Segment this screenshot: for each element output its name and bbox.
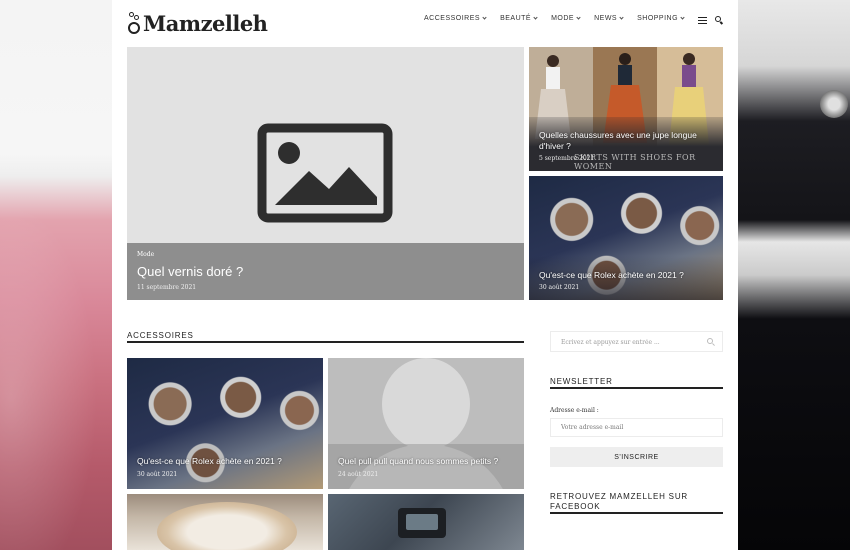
side-post-date: 5 septembre 2021 xyxy=(539,155,595,162)
hamburger-menu-icon[interactable] xyxy=(698,17,707,24)
grid-post-pull[interactable]: Quel pull pull quand nous sommes petits … xyxy=(328,358,524,489)
grid-post-bike-image[interactable] xyxy=(328,494,524,550)
newsletter-email-label: Adresse e-mail : xyxy=(550,407,599,414)
side-post-date: 30 août 2021 xyxy=(539,284,580,291)
nav-item-beaute[interactable]: BEAUTÉ xyxy=(500,15,538,22)
widget-divider xyxy=(550,512,723,514)
card-shade xyxy=(328,444,524,489)
site-header: Mamzelleh ACCESSOIRES BEAUTÉ MODE NEWS S… xyxy=(112,0,738,44)
section-divider xyxy=(127,341,524,343)
chevron-down-icon xyxy=(576,15,581,20)
subscribe-button[interactable]: S'INSCRIRE xyxy=(550,447,723,467)
background-photo-left xyxy=(0,0,112,550)
bike-display-photo xyxy=(398,508,446,538)
nav-item-shopping[interactable]: SHOPPING xyxy=(637,15,685,22)
main-nav: ACCESSOIRES BEAUTÉ MODE NEWS SHOPPING xyxy=(424,15,685,22)
photo-banner-text: SKIRTS WITH SHOES FOR WOMEN xyxy=(574,153,696,171)
plate-photo xyxy=(157,502,297,550)
image-placeholder-icon xyxy=(257,123,393,223)
bubbles-logo-icon xyxy=(128,12,142,36)
grid-post-rolex[interactable]: Qu'est-ce que Rolex achète en 2021 ? 30 … xyxy=(127,358,323,489)
side-post-skirts[interactable]: SKIRTS WITH SHOES FOR WOMEN Quelles chau… xyxy=(529,47,723,171)
sidebar-search-input[interactable] xyxy=(561,337,701,347)
background-photo-right xyxy=(738,0,850,550)
section-title[interactable]: ACCESSOIRES xyxy=(127,331,194,340)
facebook-widget-title: RETROUVEZ MAMZELLEH SUR FACEBOOK xyxy=(550,492,688,511)
side-post-rolex[interactable]: Qu'est-ce que Rolex achète en 2021 ? 30 … xyxy=(529,176,723,300)
nav-item-accessoires[interactable]: ACCESSOIRES xyxy=(424,15,487,22)
widget-divider xyxy=(550,387,723,389)
coat-button-decoration xyxy=(820,90,848,118)
grid-post-date: 30 août 2021 xyxy=(137,471,178,478)
nav-item-label: NEWS xyxy=(594,15,618,22)
search-icon[interactable] xyxy=(715,16,721,22)
site-logo[interactable]: Mamzelleh xyxy=(128,8,268,36)
hero-category[interactable]: Mode xyxy=(137,251,154,258)
chevron-down-icon xyxy=(482,15,487,20)
sidebar-search xyxy=(550,331,723,352)
grid-post-date: 24 août 2021 xyxy=(338,471,379,478)
side-post-title[interactable]: Quelles chaussures avec une jupe longue … xyxy=(539,130,709,152)
hero-caption: Mode Quel vernis doré ? 11 septembre 202… xyxy=(127,243,524,300)
hero-post[interactable]: Mode Quel vernis doré ? 11 septembre 202… xyxy=(127,47,524,300)
nav-item-news[interactable]: NEWS xyxy=(594,15,624,22)
grid-post-title[interactable]: Quel pull pull quand nous sommes petits … xyxy=(338,456,498,466)
nav-item-label: MODE xyxy=(551,15,575,22)
chevron-down-icon xyxy=(533,15,538,20)
nav-item-label: ACCESSOIRES xyxy=(424,15,481,22)
newsletter-email-input[interactable] xyxy=(550,418,723,437)
grid-post-title[interactable]: Qu'est-ce que Rolex achète en 2021 ? xyxy=(137,456,282,466)
newsletter-title: NEWSLETTER xyxy=(550,377,613,386)
chevron-down-icon xyxy=(680,15,685,20)
search-icon[interactable] xyxy=(707,338,713,344)
avatar-placeholder-head xyxy=(382,358,470,450)
nav-item-mode[interactable]: MODE xyxy=(551,15,581,22)
nav-item-label: BEAUTÉ xyxy=(500,15,532,22)
chevron-down-icon xyxy=(619,15,624,20)
logo-text: Mamzelleh xyxy=(143,11,268,36)
side-post-title[interactable]: Qu'est-ce que Rolex achète en 2021 ? xyxy=(539,270,709,281)
hero-title[interactable]: Quel vernis doré ? xyxy=(137,264,243,279)
grid-post-plate-image[interactable] xyxy=(127,494,323,550)
nav-item-label: SHOPPING xyxy=(637,15,679,22)
hero-date: 11 septembre 2021 xyxy=(137,284,197,291)
page-content: Mamzelleh ACCESSOIRES BEAUTÉ MODE NEWS S… xyxy=(112,0,738,550)
